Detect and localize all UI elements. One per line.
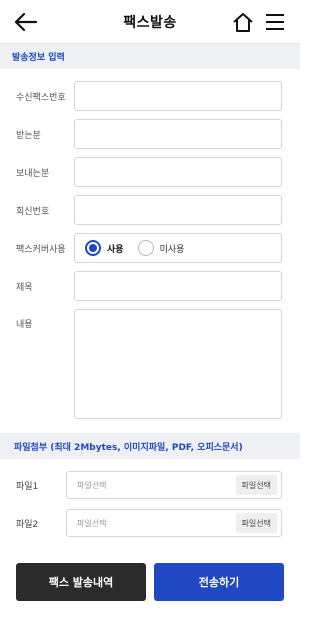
hamburger-menu-icon[interactable] <box>264 11 286 33</box>
app-header: 팩스발송 <box>0 0 300 44</box>
recipient-input[interactable] <box>74 119 282 149</box>
content-row: 내용 <box>16 309 284 419</box>
page-title: 팩스발송 <box>123 14 177 31</box>
cover-radio-group: 사용 미사용 <box>74 233 282 263</box>
recipient-row: 받는분 <box>16 119 284 149</box>
reply-number-label: 회신번호 <box>16 206 50 217</box>
file-row-2: 파일2 파일선택 파일선택 <box>16 509 284 537</box>
file-row-1: 파일1 파일선택 파일선택 <box>16 471 284 499</box>
cover-use-radio[interactable]: 사용 <box>85 240 124 256</box>
radio-unchecked-icon <box>137 240 154 256</box>
fax-number-input[interactable] <box>74 81 282 111</box>
reply-number-input[interactable] <box>74 195 282 225</box>
cover-nouse-radio[interactable]: 미사용 <box>137 240 185 256</box>
file1-input[interactable]: 파일선택 파일선택 <box>66 471 282 499</box>
send-button[interactable]: 전송하기 <box>154 563 284 601</box>
file2-select-button[interactable]: 파일선택 <box>235 513 277 533</box>
sender-input[interactable] <box>74 157 282 187</box>
sender-label: 보내는분 <box>16 168 50 179</box>
action-buttons: 팩스 발송내역 전송하기 <box>16 563 284 601</box>
attachments-list: 파일1 파일선택 파일선택 파일2 파일선택 파일선택 <box>0 459 300 537</box>
radio-checked-icon <box>85 240 101 256</box>
cover-label: 팩스커버사용 <box>16 244 66 255</box>
cover-nouse-label: 미사용 <box>159 244 185 255</box>
file1-placeholder: 파일선택 <box>77 480 107 490</box>
send-info-form: 수신팩스번호 받는분 보내는분 회신번호 팩스커버사용 사용 미사용 제목 내용 <box>0 69 300 419</box>
subject-label: 제목 <box>16 282 33 293</box>
section-title-send-info: 발송정보 입력 <box>0 44 300 69</box>
file1-label: 파일1 <box>16 481 39 492</box>
cover-row: 팩스커버사용 사용 미사용 <box>16 233 284 263</box>
content-label: 내용 <box>16 320 33 330</box>
section-title-attachments: 파일첨부 (최대 2Mbytes, 이미지파일, PDF, 오피스문서) <box>0 433 300 459</box>
subject-input[interactable] <box>74 271 282 301</box>
file1-select-button[interactable]: 파일선택 <box>235 475 277 495</box>
content-textarea[interactable] <box>74 309 282 419</box>
reply-number-row: 회신번호 <box>16 195 284 225</box>
back-arrow-icon[interactable] <box>14 11 38 33</box>
file2-placeholder: 파일선택 <box>77 518 107 528</box>
subject-row: 제목 <box>16 271 284 301</box>
home-icon[interactable] <box>232 11 254 33</box>
sender-row: 보내는분 <box>16 157 284 187</box>
fax-history-button[interactable]: 팩스 발송내역 <box>16 563 146 601</box>
recipient-label: 받는분 <box>16 130 41 141</box>
fax-number-row: 수신팩스번호 <box>16 81 284 111</box>
file2-input[interactable]: 파일선택 파일선택 <box>66 509 282 537</box>
file2-label: 파일2 <box>16 519 39 530</box>
fax-number-label: 수신팩스번호 <box>16 92 66 103</box>
cover-use-label: 사용 <box>107 244 124 255</box>
